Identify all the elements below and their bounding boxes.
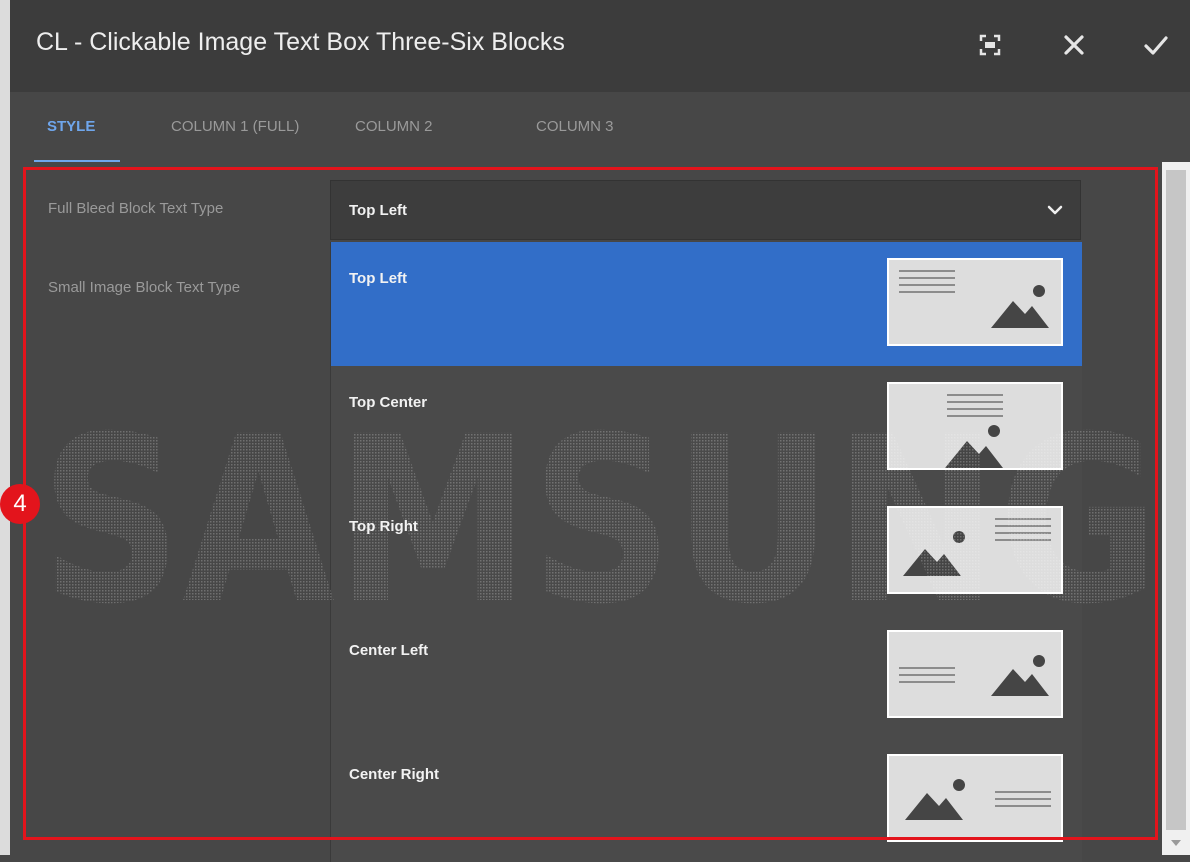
dropdown-list: Top Left Top Center Top Right Center Lef… bbox=[330, 242, 1082, 862]
top-right-layout-thumbnail bbox=[887, 506, 1063, 594]
select-value: Top Left bbox=[349, 202, 408, 219]
center-left-layout-thumbnail bbox=[887, 630, 1063, 718]
step-marker: 4 bbox=[0, 484, 40, 524]
top-left-layout-thumbnail bbox=[887, 258, 1063, 346]
fullscreen-button[interactable] bbox=[973, 28, 1007, 62]
checkmark-icon bbox=[1144, 36, 1168, 55]
center-right-layout-thumbnail bbox=[887, 754, 1063, 842]
tab-column-2[interactable]: COLUMN 2 bbox=[355, 118, 433, 135]
scroll-down-arrow-icon[interactable] bbox=[1171, 839, 1181, 847]
top-center-layout-thumbnail bbox=[887, 382, 1063, 470]
tab-column-3[interactable]: COLUMN 3 bbox=[536, 118, 614, 135]
option-top-center[interactable]: Top Center bbox=[331, 366, 1082, 490]
option-top-right[interactable]: Top Right bbox=[331, 490, 1082, 614]
full-bleed-label: Full Bleed Block Text Type bbox=[48, 200, 224, 217]
done-button[interactable] bbox=[1139, 28, 1173, 62]
tab-style[interactable]: STYLE bbox=[47, 118, 95, 135]
scrollbar[interactable] bbox=[1162, 162, 1190, 855]
option-top-left[interactable]: Top Left bbox=[331, 242, 1082, 366]
close-icon bbox=[1064, 35, 1084, 55]
option-center-right[interactable]: Center Right bbox=[331, 738, 1082, 862]
full-bleed-select[interactable]: Top Left bbox=[330, 180, 1081, 240]
style-panel: Full Bleed Block Text Type Small Image B… bbox=[10, 162, 1160, 862]
option-label: Top Center bbox=[349, 394, 428, 411]
option-label: Top Right bbox=[349, 518, 418, 535]
option-label: Top Left bbox=[349, 270, 408, 287]
dialog-header: CL - Clickable Image Text Box Three-Six … bbox=[10, 0, 1190, 93]
scrollbar-thumb[interactable] bbox=[1166, 170, 1186, 830]
close-button[interactable] bbox=[1057, 28, 1091, 62]
option-label: Center Right bbox=[349, 766, 439, 783]
chevron-down-icon bbox=[1047, 205, 1063, 215]
dialog-title: CL - Clickable Image Text Box Three-Six … bbox=[36, 28, 565, 56]
small-image-label: Small Image Block Text Type bbox=[48, 279, 241, 296]
fullscreen-icon bbox=[979, 34, 1001, 56]
tab-bar: STYLE COLUMN 1 (FULL) COLUMN 2 COLUMN 3 bbox=[10, 92, 1190, 163]
tab-column-1-full[interactable]: COLUMN 1 (FULL) bbox=[171, 118, 299, 135]
option-center-left[interactable]: Center Left bbox=[331, 614, 1082, 738]
left-edge bbox=[0, 0, 10, 855]
option-label: Center Left bbox=[349, 642, 429, 659]
